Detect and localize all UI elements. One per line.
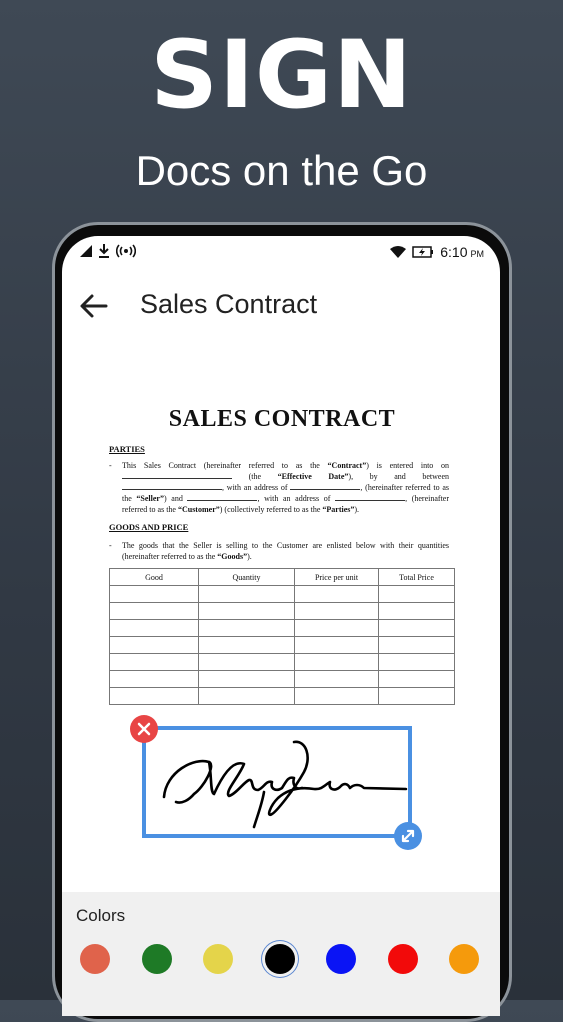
doc-text: ). — [247, 552, 252, 561]
doc-term: “Seller” — [136, 494, 164, 503]
doc-term: “Effective Date” — [277, 472, 349, 481]
table-row — [109, 653, 455, 671]
screen-title: Sales Contract — [140, 289, 318, 319]
signature-resize-handle[interactable] — [394, 822, 422, 850]
table-row — [109, 636, 455, 654]
color-swatches — [80, 944, 490, 984]
table-cell — [294, 636, 379, 654]
table-cell — [109, 619, 199, 637]
goods-table: Good Quantity Price per unit Total Price — [109, 568, 455, 705]
doc-text: ) and — [163, 494, 183, 503]
table-cell — [378, 585, 455, 603]
promo-subheadline: Docs on the Go — [135, 147, 428, 194]
table-cell — [378, 653, 455, 671]
signature-drawing[interactable] — [154, 732, 412, 832]
table-cell — [198, 653, 295, 671]
clock: 6:10 — [440, 244, 468, 260]
signature-remove-button[interactable] — [130, 715, 158, 743]
document-title: SALES CONTRACT — [168, 406, 396, 432]
table-cell — [198, 619, 295, 637]
doc-text: , with an address of — [257, 494, 331, 503]
battery-charging-icon — [412, 246, 434, 258]
promo-headline: SIGN — [150, 21, 413, 130]
table-row — [109, 602, 455, 620]
doc-term: “Customer” — [177, 505, 220, 514]
download-icon — [99, 244, 109, 258]
table-cell — [294, 602, 379, 620]
table-cell — [109, 653, 199, 671]
table-cell — [294, 585, 379, 603]
table-cell — [198, 670, 295, 688]
table-cell — [109, 636, 199, 654]
table-cell — [109, 670, 199, 688]
wifi-icon — [390, 246, 407, 258]
table-cell — [378, 619, 455, 637]
doc-text: ). — [354, 505, 360, 514]
doc-text: ) is entered into on — [366, 461, 449, 470]
status-bar: 6:10 PM — [62, 236, 500, 270]
table-cell — [198, 687, 295, 705]
table-header-total: Total Price — [378, 568, 455, 586]
table-row — [109, 619, 455, 637]
table-cell — [378, 636, 455, 654]
signature-stroke — [162, 740, 408, 829]
table-cell — [378, 602, 455, 620]
table-cell — [294, 687, 379, 705]
table-cell — [198, 602, 295, 620]
doc-text: The goods that the Seller is selling to … — [122, 541, 449, 561]
color-swatch-yellow[interactable] — [203, 944, 233, 974]
goods-heading: GOODS AND PRICE — [109, 522, 189, 532]
doc-term: “Parties” — [322, 505, 355, 514]
resize-diagonal-icon — [401, 829, 415, 843]
table-cell — [109, 585, 199, 603]
hotspot-icon — [116, 244, 136, 258]
doc-text: (the — [248, 472, 278, 481]
phone-screen: 6:10 PM Sales Contract SALES CONTRACT PA… — [62, 236, 500, 1016]
table-cell — [378, 670, 455, 688]
table-cell — [109, 602, 199, 620]
table-header-good: Good — [109, 568, 199, 586]
back-button[interactable] — [76, 288, 112, 324]
color-swatch-red[interactable] — [387, 944, 418, 974]
doc-text: This Sales Contract (hereinafter referre… — [122, 461, 328, 470]
table-cell — [378, 687, 455, 705]
table-row — [109, 670, 455, 688]
color-swatch-green[interactable] — [141, 944, 172, 974]
table-header-price: Price per unit — [294, 568, 379, 586]
table-cell — [198, 585, 295, 603]
signal-icon — [80, 245, 92, 257]
table-cell — [294, 670, 379, 688]
status-left — [80, 244, 136, 258]
colors-label: Colors — [76, 906, 126, 925]
table-row — [109, 585, 455, 603]
table-cell — [294, 653, 379, 671]
doc-text: with an address of — [226, 483, 288, 492]
doc-term: “Contract” — [327, 461, 367, 470]
table-cell — [109, 687, 199, 705]
doc-text: ) (collectively referred to as the — [219, 505, 323, 514]
color-swatch-black[interactable] — [264, 944, 295, 974]
parties-heading: PARTIES — [109, 444, 145, 454]
table-cell — [198, 636, 295, 654]
arrow-left-icon — [80, 294, 108, 318]
parties-paragraph: - This Sales Contract (hereinafter refer… — [109, 461, 450, 514]
goods-paragraph: - The goods that the Seller is selling t… — [109, 541, 449, 561]
table-body — [109, 585, 455, 705]
close-icon — [137, 722, 151, 736]
table-cell — [294, 619, 379, 637]
color-swatch-orange[interactable] — [449, 944, 479, 974]
colors-panel: Colors — [62, 892, 500, 1016]
doc-text: ), by and between — [348, 472, 450, 481]
table-row — [109, 687, 455, 705]
color-swatch-terracotta[interactable] — [80, 944, 110, 974]
status-right: 6:10 PM — [390, 244, 484, 260]
color-swatch-blue[interactable] — [326, 944, 356, 974]
clock-ampm: PM — [470, 248, 485, 259]
table-header-quantity: Quantity — [198, 568, 295, 586]
doc-term: “Goods” — [217, 552, 248, 561]
app-bar: Sales Contract — [62, 276, 500, 332]
